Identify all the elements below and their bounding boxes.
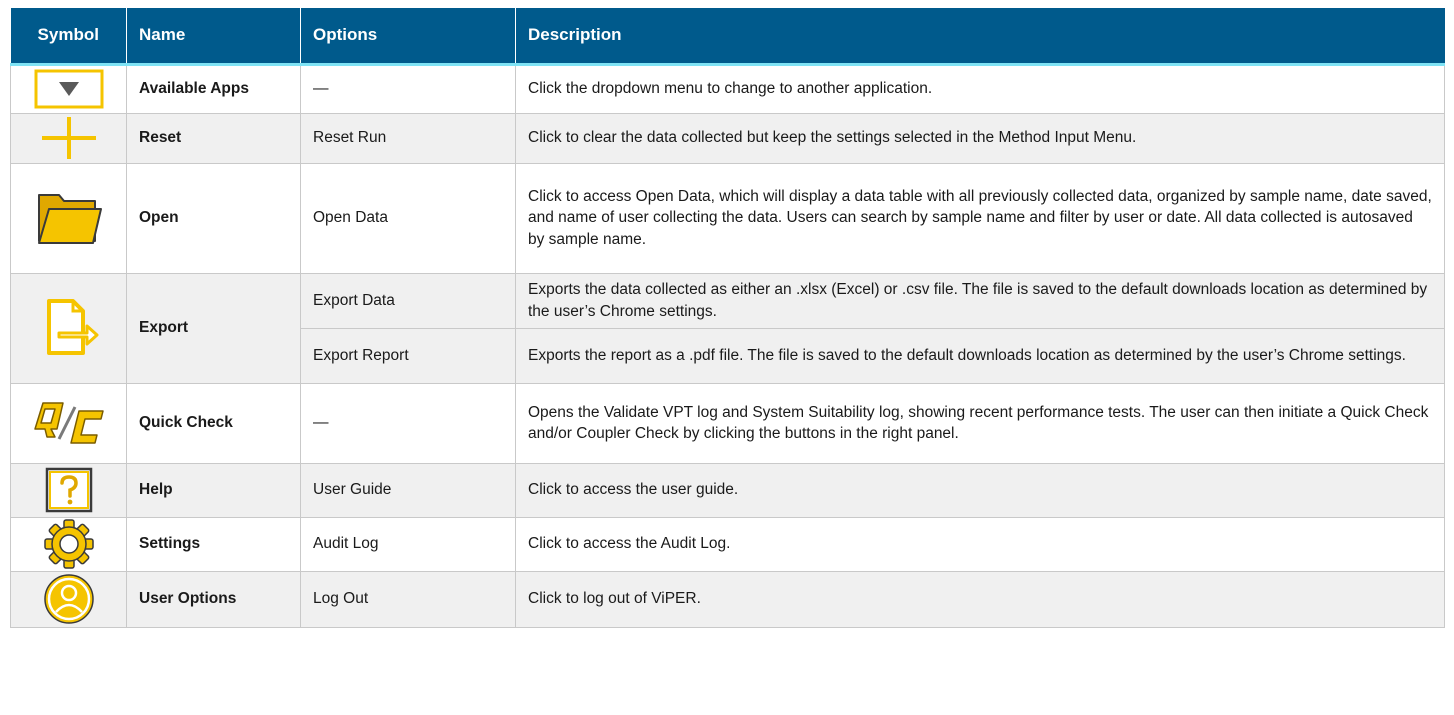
folder-icon <box>33 187 105 249</box>
options-cell: Log Out <box>300 570 516 628</box>
table-row: Quick Check — Opens the Validate VPT log… <box>10 382 1445 464</box>
table-header-row: Symbol Name Options Description <box>10 8 1445 66</box>
name-cell: Settings <box>126 516 301 572</box>
options-cell: Export Report <box>300 327 516 384</box>
options-cell: Export Data <box>300 272 516 329</box>
plus-icon <box>34 115 104 161</box>
user-icon <box>41 572 97 626</box>
name-cell: Export <box>126 272 301 384</box>
options-cell: Open Data <box>300 162 516 274</box>
name-cell: User Options <box>126 570 301 628</box>
gear-icon <box>41 518 97 570</box>
column-header-name: Name <box>126 8 301 66</box>
symbol-cell <box>10 63 127 114</box>
table-row: User Options Log Out Click to log out of… <box>10 570 1445 628</box>
toolbar-reference-table: Symbol Name Options Description Availabl… <box>10 8 1445 628</box>
symbol-cell <box>10 570 127 628</box>
export-icon <box>37 295 101 361</box>
name-cell: Available Apps <box>126 63 301 114</box>
table-row: Settings Audit Log Click to access the A… <box>10 516 1445 572</box>
options-cell: — <box>300 382 516 464</box>
description-cell: Opens the Validate VPT log and System Su… <box>515 382 1445 464</box>
name-cell: Reset <box>126 112 301 164</box>
table-row: Reset Reset Run Click to clear the data … <box>10 112 1445 164</box>
table-row: Open Open Data Click to access Open Data… <box>10 162 1445 274</box>
table-row: Available Apps — Click the dropdown menu… <box>10 63 1445 114</box>
description-cell: Click to access Open Data, which will di… <box>515 162 1445 274</box>
description-cell: Exports the report as a .pdf file. The f… <box>515 327 1445 384</box>
symbol-cell <box>10 272 127 384</box>
name-cell: Help <box>126 462 301 518</box>
options-cell: User Guide <box>300 462 516 518</box>
column-header-symbol: Symbol <box>10 8 127 66</box>
description-cell: Click to log out of ViPER. <box>515 570 1445 628</box>
options-cell: Reset Run <box>300 112 516 164</box>
table-row: Help User Guide Click to access the user… <box>10 462 1445 518</box>
options-cell: Audit Log <box>300 516 516 572</box>
symbol-cell <box>10 162 127 274</box>
description-cell: Click to access the Audit Log. <box>515 516 1445 572</box>
symbol-cell <box>10 112 127 164</box>
table-row: Export Export Data Exports the data coll… <box>10 272 1445 384</box>
description-cell: Click to clear the data collected but ke… <box>515 112 1445 164</box>
name-cell: Quick Check <box>126 382 301 464</box>
dropdown-arrow-icon <box>34 69 104 109</box>
description-cell: Click the dropdown menu to change to ano… <box>515 63 1445 114</box>
symbol-cell <box>10 462 127 518</box>
quick-check-icon <box>29 397 109 449</box>
description-cell: Exports the data collected as either an … <box>515 272 1445 329</box>
options-cell: — <box>300 63 516 114</box>
symbol-cell <box>10 516 127 572</box>
help-icon <box>43 466 95 514</box>
column-header-description: Description <box>515 8 1445 66</box>
column-header-options: Options <box>300 8 516 66</box>
name-cell: Open <box>126 162 301 274</box>
description-cell: Click to access the user guide. <box>515 462 1445 518</box>
symbol-cell <box>10 382 127 464</box>
